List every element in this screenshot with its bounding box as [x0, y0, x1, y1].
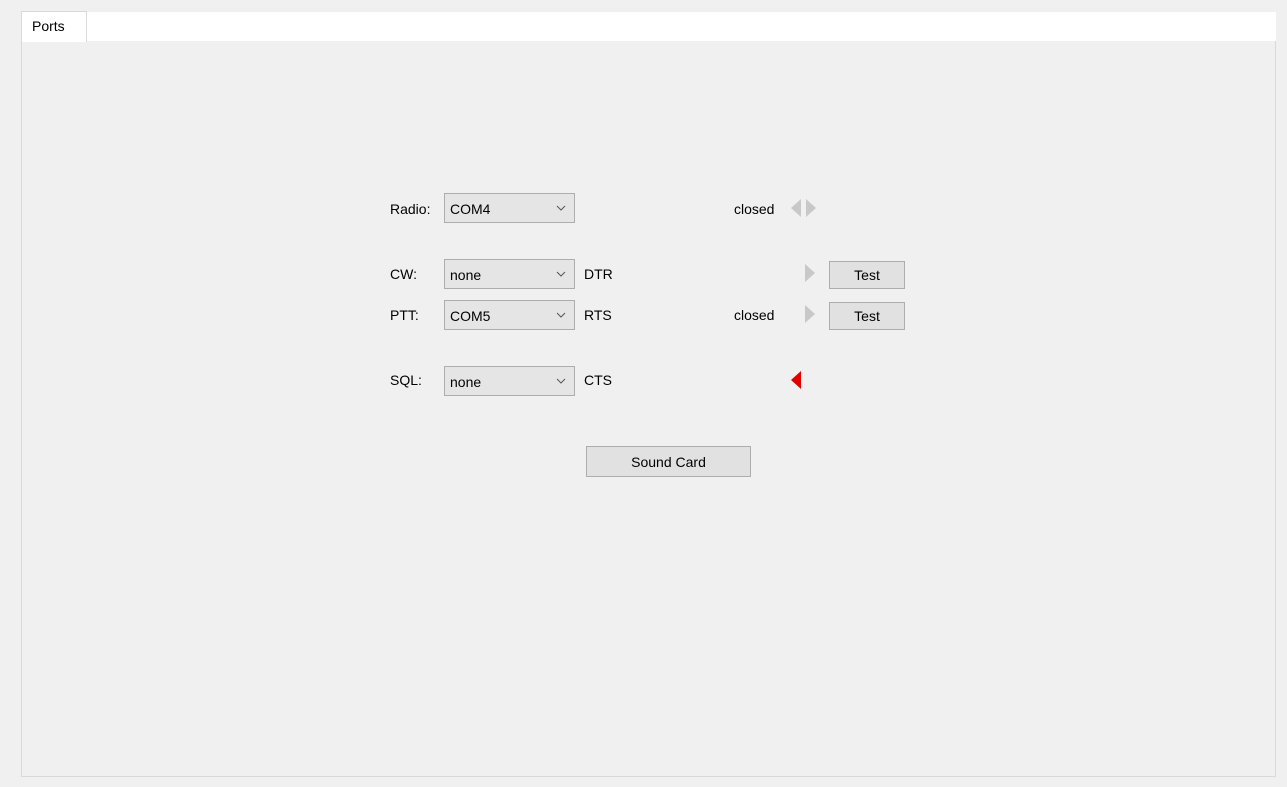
sql-line-label: CTS	[584, 372, 612, 388]
ptt-status: closed	[734, 307, 775, 323]
radio-status: closed	[734, 201, 775, 217]
sound-card-button[interactable]: Sound Card	[586, 446, 751, 477]
ports-window: Ports Radio: COM4 closed CW: none DTR Te…	[0, 0, 1287, 787]
radio-label: Radio:	[390, 201, 431, 217]
ptt-port-select[interactable]: COM5	[444, 300, 575, 330]
tab-strip	[87, 11, 1276, 41]
cw-port-value: none	[450, 267, 482, 283]
chevron-down-icon	[556, 271, 566, 277]
ptt-label: PTT:	[390, 307, 419, 323]
bidirectional-arrow-icon	[791, 199, 816, 217]
ptt-test-button[interactable]: Test	[829, 302, 905, 330]
tab-ports[interactable]: Ports	[21, 11, 87, 42]
radio-port-select[interactable]: COM4	[444, 193, 575, 223]
radio-port-value: COM4	[450, 201, 491, 217]
sql-port-select[interactable]: none	[444, 366, 575, 396]
cw-line-label: DTR	[584, 266, 613, 282]
cw-test-button[interactable]: Test	[829, 261, 905, 289]
sql-label: SQL:	[390, 372, 422, 388]
tab-ports-label: Ports	[32, 18, 65, 34]
cw-label: CW:	[390, 266, 417, 282]
chevron-down-icon	[556, 312, 566, 318]
sql-port-value: none	[450, 374, 482, 390]
ptt-line-label: RTS	[584, 307, 612, 323]
right-arrow-icon	[805, 264, 815, 282]
chevron-down-icon	[556, 205, 566, 211]
ports-panel: Radio: COM4 closed CW: none DTR Test PTT…	[21, 41, 1276, 777]
ptt-port-value: COM5	[450, 308, 491, 324]
right-arrow-icon	[805, 305, 815, 323]
chevron-down-icon	[556, 378, 566, 384]
cw-port-select[interactable]: none	[444, 259, 575, 289]
left-arrow-icon	[791, 371, 801, 389]
